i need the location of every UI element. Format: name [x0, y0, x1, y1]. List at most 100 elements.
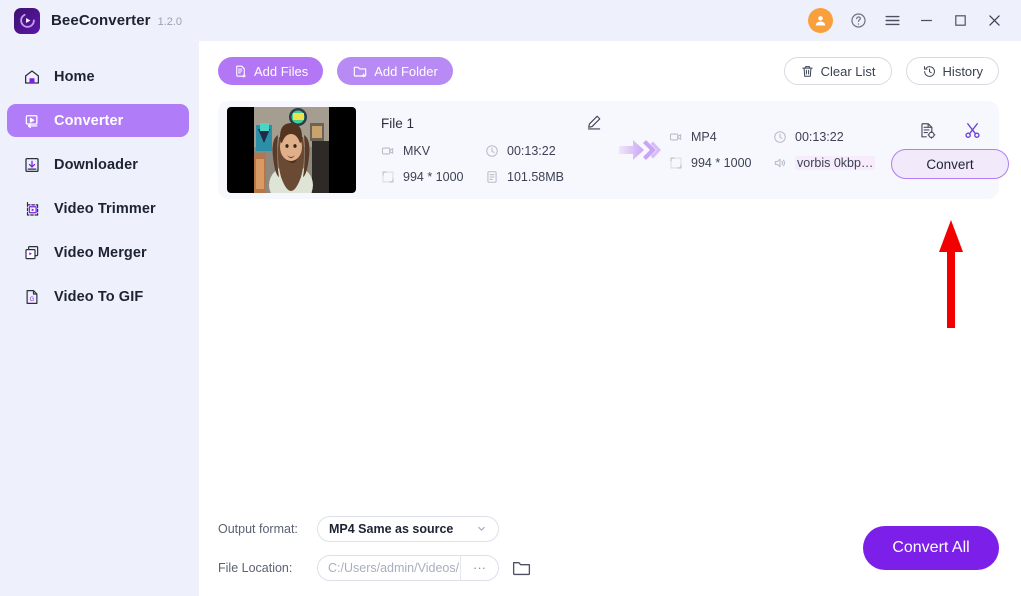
file-location-value: C:/Users/admin/Videos/ — [328, 560, 460, 575]
source-size: 101.58MB — [485, 170, 609, 184]
chevron-down-icon — [478, 526, 485, 531]
body-row: Home Converter Downloader Video Trimmer … — [0, 41, 1021, 596]
video-camera-icon — [381, 144, 395, 158]
source-info: File 1 MKV 00:13:22 994 * 1000 101.58MB — [381, 113, 609, 184]
help-circle-icon[interactable] — [841, 4, 875, 38]
app-logo-icon — [14, 7, 40, 34]
pencil-edit-icon[interactable] — [585, 113, 603, 131]
hamburger-menu-icon[interactable] — [875, 4, 909, 38]
source-duration: 00:13:22 — [485, 144, 609, 158]
merge-icon — [22, 243, 41, 262]
gif-icon: G — [22, 287, 41, 306]
trash-icon — [801, 65, 813, 77]
clock-icon — [485, 144, 499, 158]
svg-text:G: G — [29, 296, 34, 302]
add-folder-button[interactable]: Add Folder — [337, 57, 453, 85]
sidebar-item-label: Converter — [54, 112, 124, 129]
app-version: 1.2.0 — [157, 16, 183, 28]
sidebar-item-video-to-gif[interactable]: G Video To GIF — [7, 280, 189, 313]
main-content: Add Files Add Folder Clear List History … — [199, 41, 1021, 596]
app-window: BeeConverter 1.2.0 Home Converter Downlo… — [0, 0, 1021, 596]
footer-bar: Output format: MP4 Same as source File L… — [199, 500, 1021, 596]
add-file-icon — [236, 65, 246, 78]
converter-icon — [22, 111, 41, 130]
source-resolution: 994 * 1000 — [381, 170, 485, 184]
video-camera-icon — [669, 130, 683, 144]
sidebar-item-label: Video To GIF — [54, 288, 144, 305]
resolution-icon — [669, 156, 683, 170]
add-files-button[interactable]: Add Files — [218, 57, 324, 85]
sidebar-item-label: Video Merger — [54, 244, 147, 261]
browse-path-button[interactable]: ··· — [460, 555, 498, 580]
file-location-row: File Location: C:/Users/admin/Videos/ ··… — [218, 554, 533, 581]
clock-icon — [773, 130, 787, 144]
title-bar: BeeConverter 1.2.0 — [0, 0, 1021, 41]
file-settings-icon[interactable] — [918, 121, 937, 140]
video-thumbnail — [227, 107, 356, 193]
target-format: MP4 — [669, 130, 773, 144]
target-info: MP4 00:13:22 994 * 1000 vorbis 0kbp… — [669, 130, 891, 170]
output-settings: Output format: MP4 Same as source File L… — [218, 515, 533, 581]
convert-button[interactable]: Convert — [891, 149, 1009, 179]
sidebar: Home Converter Downloader Video Trimmer … — [0, 41, 199, 596]
convert-button-label: Convert — [926, 156, 974, 172]
maximize-button[interactable] — [943, 4, 977, 38]
target-resolution: 994 * 1000 — [669, 156, 773, 170]
output-format-select[interactable]: MP4 Same as source — [317, 515, 499, 542]
file-name: File 1 — [381, 116, 415, 131]
thumbnail-image — [254, 107, 329, 193]
output-format-value: MP4 Same as source — [329, 521, 454, 536]
target-duration-value: 00:13:22 — [795, 130, 844, 144]
convert-all-label: Convert All — [892, 539, 970, 556]
file-list: File 1 MKV 00:13:22 994 * 1000 101.58MB … — [199, 101, 1021, 500]
sidebar-item-video-merger[interactable]: Video Merger — [7, 236, 189, 269]
file-location-input[interactable]: C:/Users/admin/Videos/ ··· — [317, 554, 499, 581]
source-resolution-value: 994 * 1000 — [403, 170, 464, 184]
scissors-icon[interactable] — [963, 121, 982, 140]
sidebar-item-label: Home — [54, 68, 95, 85]
speaker-icon — [773, 156, 787, 170]
sidebar-item-label: Video Trimmer — [54, 200, 156, 217]
file-location-label: File Location: — [218, 560, 293, 575]
source-duration-value: 00:13:22 — [507, 144, 556, 158]
sidebar-item-video-trimmer[interactable]: Video Trimmer — [7, 192, 189, 225]
convert-arrow-icon — [609, 136, 669, 164]
target-format-value: MP4 — [691, 130, 717, 144]
clear-list-button[interactable]: Clear List — [783, 57, 892, 85]
source-format-value: MKV — [403, 144, 431, 158]
target-audio: vorbis 0kbp… — [773, 156, 891, 170]
convert-all-button[interactable]: Convert All — [863, 526, 999, 570]
target-resolution-value: 994 * 1000 — [691, 156, 752, 170]
source-size-value: 101.58MB — [507, 170, 564, 184]
output-format-label: Output format: — [218, 521, 298, 536]
source-format: MKV — [381, 144, 485, 158]
history-button[interactable]: History — [905, 57, 999, 85]
file-list-item[interactable]: File 1 MKV 00:13:22 994 * 1000 101.58MB … — [218, 101, 1009, 199]
minimize-button[interactable] — [909, 4, 943, 38]
app-title: BeeConverter — [51, 12, 151, 29]
target-meta-grid: MP4 00:13:22 994 * 1000 vorbis 0kbp… — [669, 130, 891, 170]
target-duration: 00:13:22 — [773, 130, 891, 144]
sidebar-item-converter[interactable]: Converter — [7, 104, 189, 137]
add-folder-icon — [353, 66, 367, 78]
file-size-icon — [485, 170, 499, 184]
sidebar-item-home[interactable]: Home — [7, 60, 189, 93]
file-action-icons — [918, 121, 982, 140]
user-avatar-icon[interactable] — [808, 8, 833, 33]
trim-icon — [22, 199, 41, 218]
close-button[interactable] — [977, 4, 1011, 38]
resolution-icon — [381, 170, 395, 184]
folder-open-icon[interactable] — [511, 557, 533, 579]
action-toolbar: Add Files Add Folder Clear List History — [199, 41, 1021, 101]
file-actions: Convert — [891, 121, 1009, 179]
sidebar-item-label: Downloader — [54, 156, 138, 173]
download-icon — [22, 155, 41, 174]
target-audio-value: vorbis 0kbp… — [795, 156, 876, 170]
history-label: History — [942, 63, 983, 79]
source-meta-grid: MKV 00:13:22 994 * 1000 101.58MB — [381, 144, 609, 184]
add-folder-label: Add Folder — [374, 63, 438, 79]
add-files-label: Add Files — [254, 63, 309, 79]
history-clock-icon — [923, 65, 935, 77]
output-format-row: Output format: MP4 Same as source — [218, 515, 533, 542]
sidebar-item-downloader[interactable]: Downloader — [7, 148, 189, 181]
